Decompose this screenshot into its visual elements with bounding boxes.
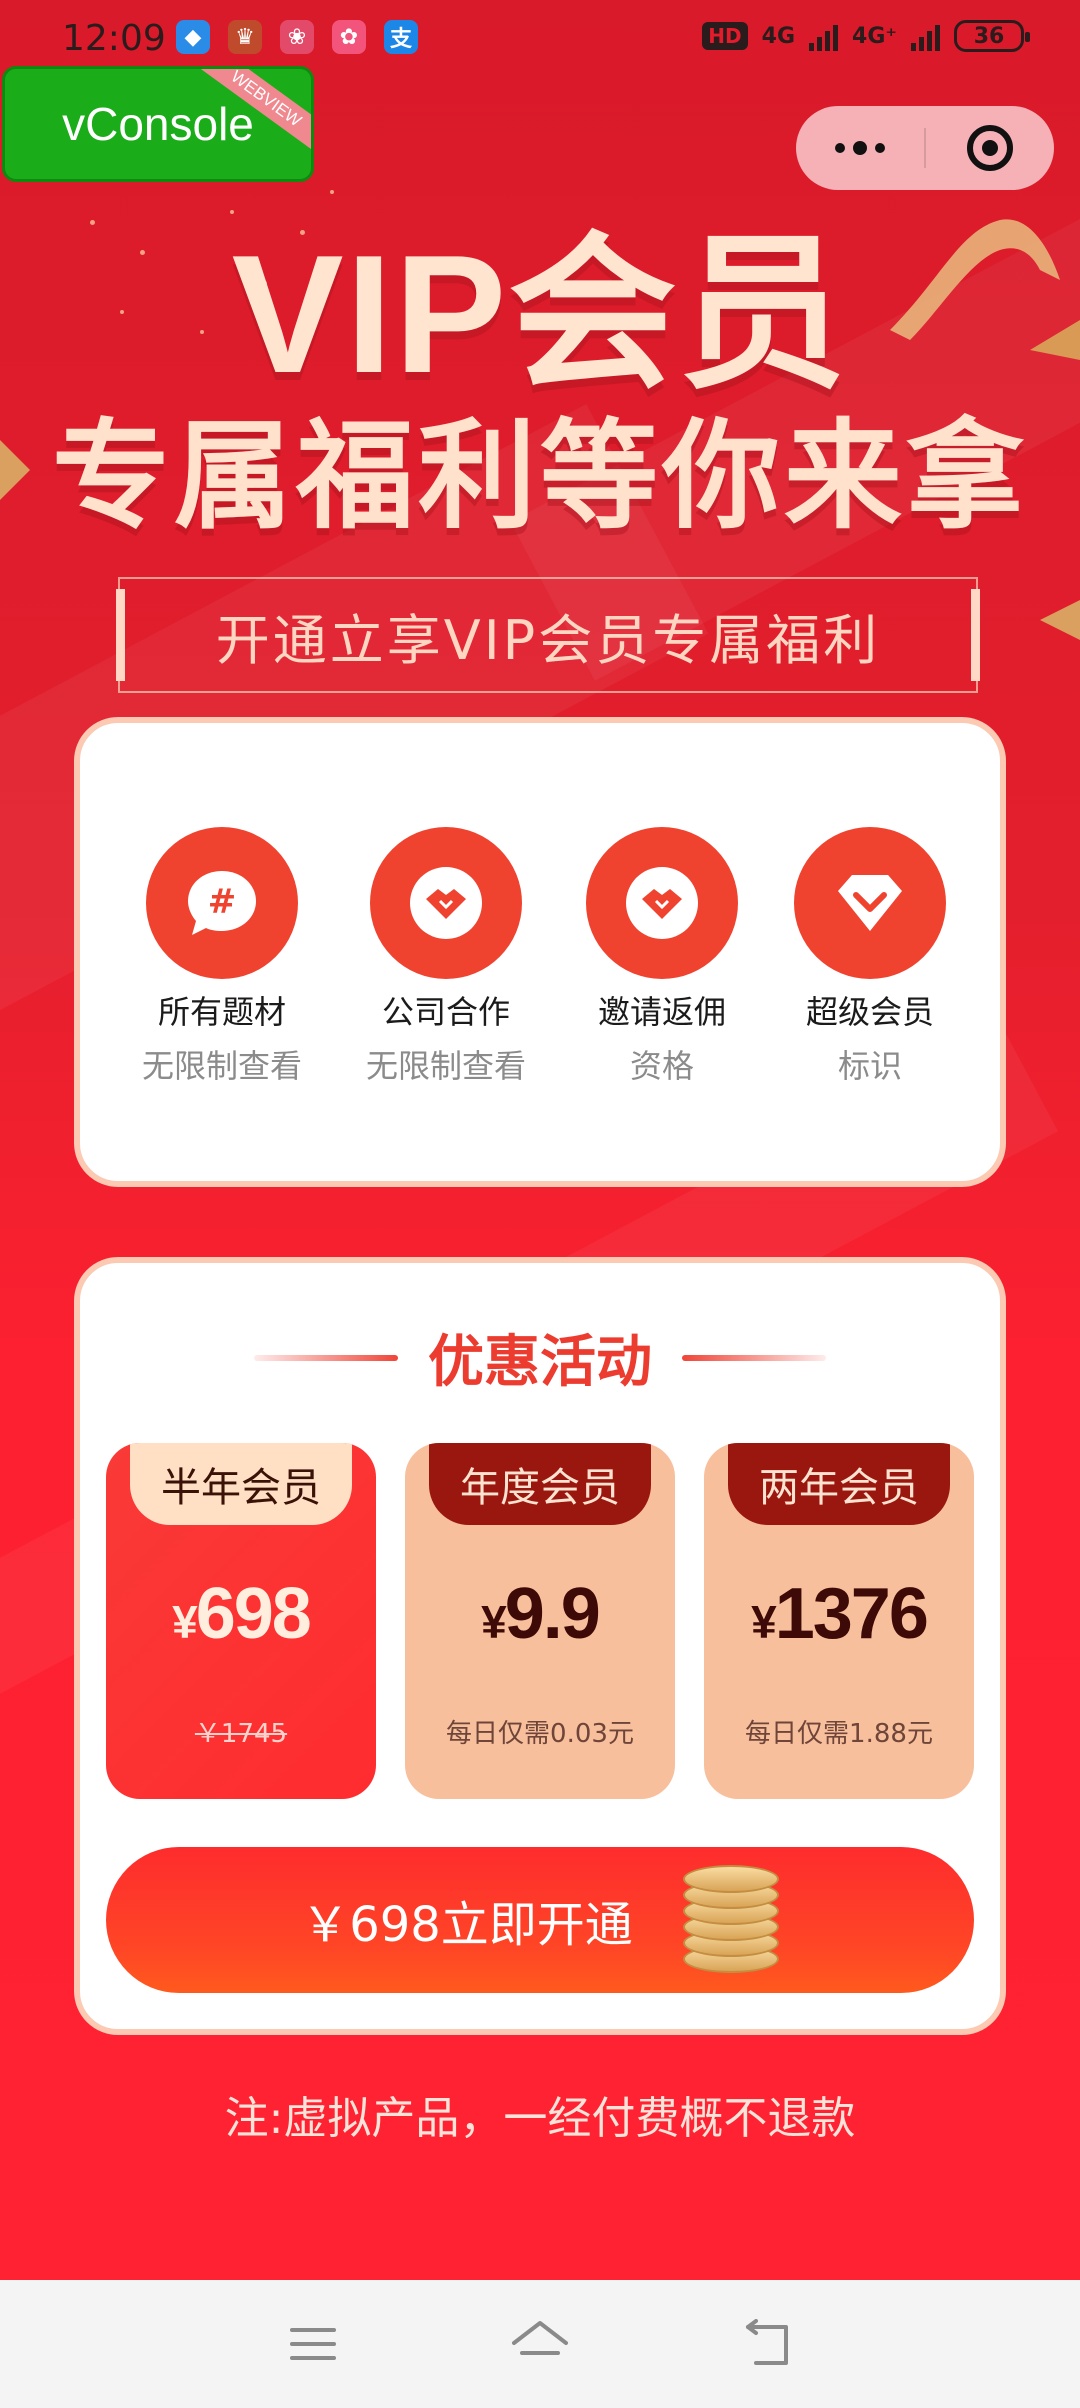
- network-type-label: 4G: [761, 23, 796, 49]
- offer-title: 优惠活动: [428, 1330, 652, 1395]
- hashtag-chat-icon: #: [146, 827, 298, 979]
- benefit-desc: 标识: [837, 1047, 902, 1085]
- notification-icons: ◆ ♛ ❀ ✿ 支: [176, 20, 418, 54]
- price-amount: 9.9: [504, 1574, 601, 1654]
- benefits-card: # 所有题材 无限制查看 公司合作 无限制查看 邀请返佣 资格 超级会员 标识: [74, 717, 1006, 1187]
- target-circle-icon: [967, 125, 1013, 171]
- hero-subtitle: 专属福利等你来拿: [51, 407, 1028, 545]
- plan-tag: 年度会员: [429, 1443, 651, 1525]
- menu-button[interactable]: [273, 2304, 353, 2384]
- network-type-label: 4G⁺: [852, 23, 897, 49]
- benefit-item: 公司合作 无限制查看: [346, 827, 546, 1087]
- plan-options: 半年会员 ¥698 ￥1745 年度会员 ¥9.9 每日仅需0.03元 两年会员…: [106, 1443, 974, 1799]
- divider-line: [254, 1354, 398, 1361]
- home-button[interactable]: [500, 2304, 580, 2384]
- plan-price: ¥9.9: [405, 1573, 675, 1655]
- daily-price-note: 每日仅需0.03元: [446, 1719, 634, 1749]
- back-button[interactable]: [727, 2304, 807, 2384]
- menu-icon: [290, 2328, 337, 2360]
- refund-notice: 注:虚拟产品，一经付费概不退款: [224, 2093, 856, 2144]
- currency-symbol: ¥: [751, 1596, 777, 1648]
- game-icon: ♛: [228, 20, 262, 54]
- signal-icon: [911, 21, 940, 51]
- plan-half-year[interactable]: 半年会员 ¥698 ￥1745: [106, 1443, 376, 1799]
- original-price: ￥1745: [194, 1719, 288, 1749]
- app-icon: ✿: [332, 20, 366, 54]
- benefit-desc: 资格: [629, 1047, 694, 1085]
- offer-header: 优惠活动: [80, 1317, 1000, 1398]
- price-amount: 698: [195, 1574, 312, 1654]
- benefit-title: 公司合作: [381, 993, 510, 1031]
- status-time: 12:09: [62, 18, 166, 59]
- back-icon: [745, 2319, 788, 2365]
- benefit-title: 超级会员: [805, 993, 934, 1031]
- benefit-item: 邀请返佣 资格: [562, 827, 762, 1087]
- svg-text:#: #: [208, 882, 237, 922]
- more-dots-icon: [835, 143, 845, 153]
- handshake-icon: [370, 827, 522, 979]
- close-miniprogram-button[interactable]: [926, 125, 1054, 171]
- benefit-item: # 所有题材 无限制查看: [122, 827, 322, 1087]
- coin-stack-icon: [682, 1865, 779, 1975]
- battery-level: 36: [973, 23, 1005, 49]
- offer-card: 优惠活动 半年会员 ¥698 ￥1745 年度会员 ¥9.9 每日仅需0.03元…: [74, 1257, 1006, 2035]
- plan-tag: 半年会员: [130, 1443, 352, 1525]
- plan-two-year[interactable]: 两年会员 ¥1376 每日仅需1.88元: [704, 1443, 974, 1799]
- plan-annual[interactable]: 年度会员 ¥9.9 每日仅需0.03元: [405, 1443, 675, 1799]
- qq-icon: ◆: [176, 20, 210, 54]
- benefit-desc: 无限制查看: [365, 1047, 526, 1085]
- promo-banner: 开通立享VIP会员专属福利: [116, 577, 980, 693]
- vconsole-label: vConsole: [62, 98, 254, 150]
- activate-button-label: ￥698立即开通: [301, 1897, 633, 1953]
- plan-price: ¥698: [106, 1573, 376, 1655]
- home-icon: [511, 2321, 568, 2355]
- system-nav-bar: [0, 2280, 1080, 2408]
- benefit-item: 超级会员 标识: [770, 827, 970, 1087]
- benefits-list: # 所有题材 无限制查看 公司合作 无限制查看 邀请返佣 资格 超级会员 标识: [80, 827, 1000, 1087]
- app-icon: ❀: [280, 20, 314, 54]
- benefit-title: 所有题材: [157, 993, 286, 1031]
- hd-voice-icon: HD: [702, 22, 748, 50]
- activate-now-button[interactable]: ￥698立即开通: [106, 1847, 974, 1993]
- benefit-desc: 无限制查看: [141, 1047, 302, 1085]
- plan-tag: 两年会员: [728, 1443, 950, 1525]
- benefit-title: 邀请返佣: [597, 993, 726, 1031]
- battery-icon: 36: [954, 20, 1030, 52]
- divider-line: [682, 1354, 826, 1361]
- currency-symbol: ¥: [481, 1596, 507, 1648]
- promo-banner-text: 开通立享VIP会员专属福利: [215, 608, 881, 672]
- handshake-icon: [586, 827, 738, 979]
- diamond-icon: [794, 827, 946, 979]
- plan-price: ¥1376: [704, 1573, 974, 1655]
- daily-price-note: 每日仅需1.88元: [745, 1719, 933, 1749]
- signal-icon: [809, 21, 839, 51]
- price-amount: 1376: [774, 1574, 929, 1654]
- gold-ribbon-decoration: [1040, 600, 1080, 640]
- status-indicators: HD 4G 4G⁺ 36: [702, 20, 1030, 52]
- alipay-icon: 支: [384, 20, 418, 54]
- currency-symbol: ¥: [172, 1596, 198, 1648]
- vconsole-button[interactable]: vConsole WEBVIEW: [2, 66, 314, 182]
